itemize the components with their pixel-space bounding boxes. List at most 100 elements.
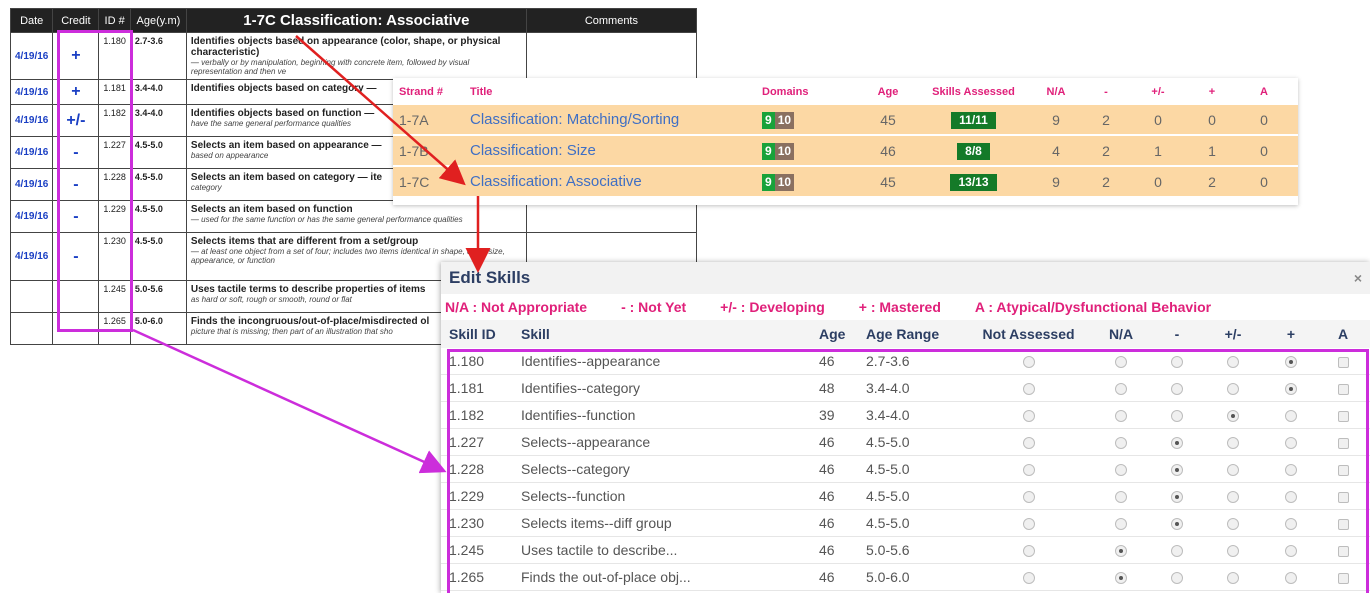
strand-age: 46 xyxy=(880,142,896,159)
domain-badge: 9 xyxy=(762,111,775,129)
strand-age: 45 xyxy=(880,111,896,128)
skills-header-range: Age Range xyxy=(866,326,940,342)
paper-age: 4.5-5.0 xyxy=(129,168,187,201)
skills-header-id: Skill ID xyxy=(449,326,496,342)
paper-date: 4/19/16 xyxy=(9,32,54,80)
paper-header-credit: Credit xyxy=(52,8,100,33)
strand-header-minus: - xyxy=(1104,85,1108,98)
legend-developing: +/- : Developing xyxy=(720,299,825,315)
strand-row[interactable]: 1-7A Classification: Matching/Sorting 9 10 4… xyxy=(393,105,1298,136)
paper-desc: Selects an item based on category — ite xyxy=(190,172,383,183)
strand-header-na: N/A xyxy=(1046,85,1066,98)
paper-header-id: ID # xyxy=(98,8,131,33)
skills-header-not-assessed: Not Assessed xyxy=(982,326,1075,342)
paper-age: 4.5-5.0 xyxy=(129,136,187,169)
strand-header-plusminus: +/- xyxy=(1151,85,1165,98)
paper-comments xyxy=(525,200,697,233)
domain-badge: 10 xyxy=(774,142,795,160)
paper-desc: Uses tactile terms to describe propertie… xyxy=(190,284,426,295)
strand-domains: 9 10 xyxy=(756,111,860,129)
paper-header-comments: Comments xyxy=(525,8,697,33)
paper-age: 3.4-4.0 xyxy=(129,79,187,105)
paper-desc: Finds the incongruous/out-of-place/misdi… xyxy=(190,316,430,327)
strand-age: 45 xyxy=(880,173,896,190)
strand-plusminus: 1 xyxy=(1154,142,1162,159)
paper-date: 4/19/16 xyxy=(9,200,54,233)
strand-header-domains: Domains xyxy=(762,85,809,98)
paper-desc: Selects an item based on function xyxy=(190,204,353,215)
strand-row[interactable]: 1-7C Classification: Associative 9 10 45 13/1… xyxy=(393,167,1298,198)
strand-title-link[interactable]: Classification: Associative xyxy=(464,173,756,190)
legend-na: N/A : Not Appropriate xyxy=(445,299,588,315)
strand-header-strand: Strand # xyxy=(399,85,444,98)
skills-header-skill: Skill xyxy=(521,326,550,342)
paper-date: 4/19/16 xyxy=(9,104,54,137)
strand-id: 1-7C xyxy=(399,173,430,190)
strand-na: 4 xyxy=(1052,142,1060,159)
strand-header-age: Age xyxy=(877,85,899,98)
legend-atypical: A : Atypical/Dysfunctional Behavior xyxy=(974,299,1212,315)
strand-skills-cell: 8/8 xyxy=(916,142,1031,160)
legend-not-yet: - : Not Yet xyxy=(621,299,687,315)
strand-plus: 0 xyxy=(1208,111,1216,128)
paper-desc-sub: — used for the same function or has the … xyxy=(190,215,463,224)
paper-desc: Identifies objects based on category — xyxy=(190,83,377,94)
paper-desc: Identifies objects based on function — xyxy=(190,108,375,119)
strand-skills-cell: 13/13 xyxy=(916,173,1031,191)
domain-badge: 9 xyxy=(762,142,775,160)
skills-header-plus: + xyxy=(1286,326,1296,342)
skills-header-plusminus: +/- xyxy=(1224,326,1242,342)
legend-mastered: + : Mastered xyxy=(858,299,941,315)
paper-age: 2.7-3.6 xyxy=(129,32,187,80)
paper-comments xyxy=(525,32,697,80)
strand-plusminus: 0 xyxy=(1154,111,1162,128)
skills-assessed-badge: 8/8 xyxy=(957,142,990,160)
strand-plusminus: 0 xyxy=(1154,173,1162,190)
skills-header-row: Skill ID Skill Age Age Range Not Assesse… xyxy=(441,320,1370,348)
strand-title-link[interactable]: Classification: Size xyxy=(464,142,756,159)
paper-date: 4/19/16 xyxy=(9,168,54,201)
strand-minus: 2 xyxy=(1102,173,1110,190)
paper-desc-cell: Selects an item based on function — used … xyxy=(185,200,527,233)
skills-highlight-box xyxy=(447,349,1369,593)
strand-header-plus: + xyxy=(1208,85,1216,98)
close-icon[interactable]: × xyxy=(1354,270,1362,286)
paper-age: 4.5-5.0 xyxy=(129,232,187,281)
strand-minus: 2 xyxy=(1102,111,1110,128)
strand-na: 9 xyxy=(1052,173,1060,190)
strand-table: Strand # Title Domains Age Skills Assess… xyxy=(393,78,1298,205)
strand-header-skills: Skills Assessed xyxy=(932,85,1015,98)
paper-desc: Selects items that are different from a … xyxy=(190,236,419,247)
dialog-title: Edit Skills xyxy=(441,262,1370,294)
strand-skills-cell: 11/11 xyxy=(916,111,1031,129)
strand-header-a: A xyxy=(1260,85,1268,98)
domain-badge: 10 xyxy=(774,111,795,129)
strand-domains: 9 10 xyxy=(756,173,860,191)
paper-age: 5.0-6.0 xyxy=(129,312,187,345)
strand-plus: 2 xyxy=(1208,173,1216,190)
strand-row[interactable]: 1-7B Classification: Size 9 10 46 8/8 4 2 1 1 0 xyxy=(393,136,1298,167)
paper-age: 3.4-4.0 xyxy=(129,104,187,137)
strand-a: 0 xyxy=(1260,111,1268,128)
strand-a: 0 xyxy=(1260,142,1268,159)
domain-badge: 9 xyxy=(762,173,775,191)
credit-highlight-box xyxy=(57,30,133,332)
strand-plus: 1 xyxy=(1208,142,1216,159)
paper-desc-sub: — verbally or by manipulation, beginning… xyxy=(190,58,470,76)
strand-minus: 2 xyxy=(1102,142,1110,159)
paper-desc-cell: Identifies objects based on appearance (… xyxy=(185,32,527,80)
skills-assessed-badge: 11/11 xyxy=(951,111,996,129)
paper-age: 5.0-5.6 xyxy=(129,280,187,313)
paper-desc: Selects an item based on appearance — xyxy=(190,140,382,151)
paper-date xyxy=(9,280,54,313)
strand-title-link[interactable]: Classification: Matching/Sorting xyxy=(464,111,756,128)
strand-na: 9 xyxy=(1052,111,1060,128)
strand-header-title: Title xyxy=(470,85,493,98)
paper-date xyxy=(9,312,54,345)
paper-title: 1-7C Classification: Associative xyxy=(185,8,527,33)
skills-assessed-badge: 13/13 xyxy=(950,173,997,191)
strand-domains: 9 10 xyxy=(756,142,860,160)
strand-header-row: Strand # Title Domains Age Skills Assess… xyxy=(393,78,1298,105)
skills-header-minus: - xyxy=(1174,326,1180,342)
paper-header-age: Age(y.m) xyxy=(129,8,187,33)
